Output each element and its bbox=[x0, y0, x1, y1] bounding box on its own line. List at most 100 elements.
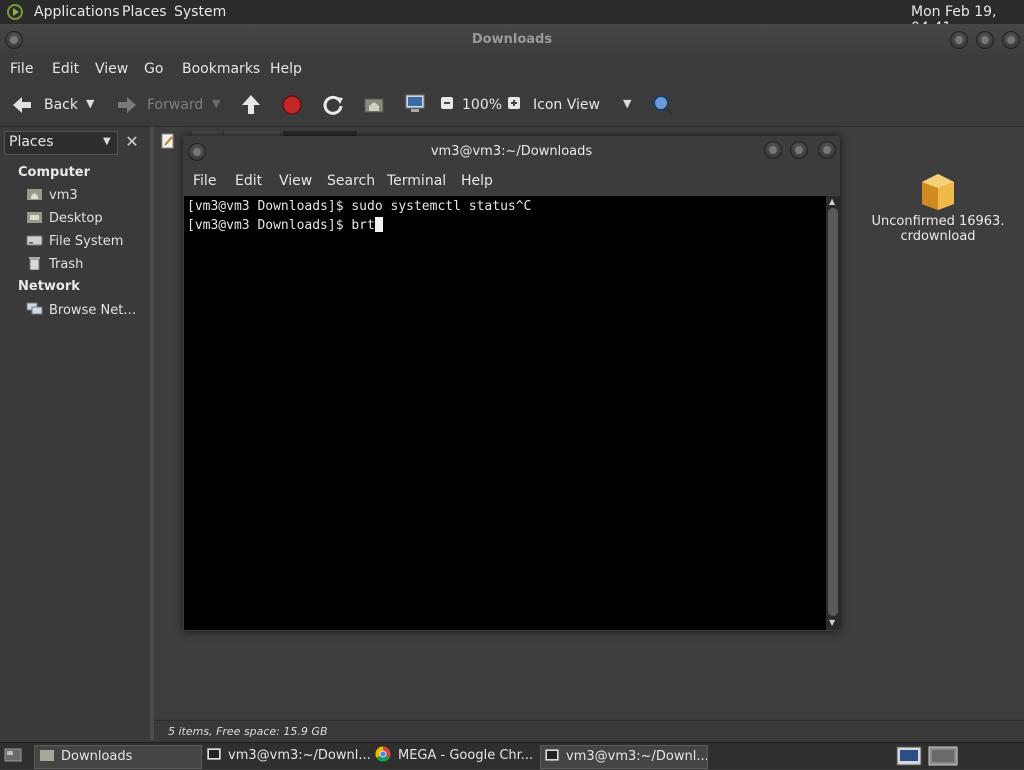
top-panel: Applications Places System Mon Feb 19, 0… bbox=[0, 0, 1024, 36]
menu-file[interactable]: File bbox=[10, 61, 33, 77]
file-name-line2: crdownload bbox=[900, 229, 976, 244]
view-mode-select[interactable]: Icon View bbox=[533, 97, 600, 113]
system-menu[interactable]: System bbox=[174, 4, 226, 20]
package-file-icon bbox=[918, 170, 958, 210]
sidebar-item-label: File System bbox=[49, 234, 124, 249]
file-item[interactable]: Unconfirmed 16963. crdownload bbox=[868, 170, 1008, 244]
back-button[interactable]: Back bbox=[44, 97, 78, 113]
terminal-screen[interactable]: [vm3@vm3 Downloads]$ sudo systemctl stat… bbox=[184, 196, 826, 630]
terminal-menubar: File Edit View Search Terminal Help bbox=[183, 168, 840, 194]
menu-go[interactable]: Go bbox=[144, 61, 163, 77]
network-icon bbox=[26, 302, 43, 316]
terminal-window[interactable]: vm3@vm3:~/Downloads File Edit View Searc… bbox=[183, 136, 840, 631]
zoom-in-icon[interactable] bbox=[507, 96, 521, 114]
menu-help[interactable]: Help bbox=[270, 61, 302, 77]
places-menu[interactable]: Places bbox=[122, 4, 167, 20]
reload-icon[interactable] bbox=[322, 94, 344, 120]
terminal-line-current[interactable]: [vm3@vm3 Downloads]$ brt bbox=[187, 217, 383, 233]
home-folder-icon[interactable] bbox=[363, 94, 385, 118]
taskbar-item-terminal-active[interactable]: vm3@vm3:~/Downl... bbox=[540, 745, 708, 769]
sidebar-header-computer: Computer bbox=[18, 165, 91, 180]
terminal-menu-terminal[interactable]: Terminal bbox=[387, 173, 446, 189]
scrollbar-thumb[interactable] bbox=[828, 208, 838, 616]
taskbar-item-label: MEGA - Google Chr... bbox=[398, 748, 534, 763]
sidebar-header-network: Network bbox=[18, 279, 80, 294]
sidebar-pane-selector[interactable]: Places ▼ bbox=[4, 131, 118, 155]
taskbar-item-label: vm3@vm3:~/Downl... bbox=[228, 748, 370, 763]
terminal-menu-file[interactable]: File bbox=[193, 173, 216, 189]
status-bar: 5 items, Free space: 15.9 GB bbox=[154, 720, 1024, 742]
minimize-button[interactable] bbox=[950, 31, 968, 49]
status-text: 5 items, Free space: 15.9 GB bbox=[168, 725, 328, 738]
terminal-menu-edit[interactable]: Edit bbox=[235, 173, 262, 189]
home-folder-icon bbox=[26, 187, 43, 201]
terminal-icon bbox=[544, 747, 560, 762]
applications-menu[interactable]: Applications bbox=[34, 4, 120, 20]
search-icon[interactable] bbox=[651, 93, 675, 121]
sidebar-item-vm3[interactable]: vm3 bbox=[26, 187, 78, 207]
view-mode-dropdown-icon[interactable]: ▼ bbox=[623, 97, 631, 110]
show-desktop-icon[interactable] bbox=[4, 747, 22, 767]
drive-icon bbox=[26, 233, 43, 247]
terminal-menu-help[interactable]: Help bbox=[461, 173, 493, 189]
trash-icon bbox=[26, 256, 43, 271]
terminal-line: [vm3@vm3 Downloads]$ sudo systemctl stat… bbox=[187, 199, 532, 214]
sidebar-close-button[interactable]: ✕ bbox=[121, 131, 143, 153]
sidebar-item-desktop[interactable]: Desktop bbox=[26, 210, 103, 230]
scroll-up-arrow-icon[interactable]: ▲ bbox=[829, 197, 835, 206]
workspace-switcher-icon[interactable] bbox=[896, 746, 922, 770]
forward-button: Forward bbox=[147, 97, 204, 113]
sidebar-item-label: Browse Net… bbox=[49, 303, 137, 318]
zoom-out-icon[interactable] bbox=[440, 96, 454, 114]
terminal-title: vm3@vm3:~/Downloads bbox=[430, 144, 593, 159]
up-arrow-icon[interactable] bbox=[240, 93, 262, 121]
maximize-button[interactable] bbox=[976, 31, 994, 49]
edit-location-icon[interactable] bbox=[160, 133, 176, 153]
window-title: Downloads bbox=[471, 32, 553, 47]
distro-logo-icon[interactable] bbox=[7, 4, 23, 20]
close-button[interactable] bbox=[1002, 31, 1020, 49]
terminal-close-button[interactable] bbox=[818, 141, 836, 159]
forward-history-dropdown-icon: ▼ bbox=[212, 97, 221, 110]
stop-icon[interactable] bbox=[281, 94, 303, 120]
taskbar-item-downloads[interactable]: Downloads bbox=[34, 745, 202, 769]
sidebar-item-trash[interactable]: Trash bbox=[26, 256, 83, 276]
terminal-maximize-button[interactable] bbox=[790, 141, 808, 159]
text-cursor bbox=[374, 217, 383, 232]
taskbar-item-chrome[interactable]: MEGA - Google Chr... bbox=[372, 745, 537, 767]
sidebar-item-label: Trash bbox=[49, 257, 84, 272]
terminal-scrollbar[interactable]: ▲ ▼ bbox=[826, 196, 840, 630]
sidebar-item-label: Desktop bbox=[49, 211, 103, 226]
menu-bookmarks[interactable]: Bookmarks bbox=[182, 61, 260, 77]
file-manager-titlebar[interactable]: Downloads bbox=[0, 24, 1024, 56]
file-manager-toolbar: Back ▼ Forward ▼ 100% Icon View ▼ bbox=[0, 84, 1024, 127]
desktop-folder-icon bbox=[26, 210, 43, 224]
terminal-minimize-button[interactable] bbox=[764, 141, 782, 159]
folder-icon bbox=[40, 747, 54, 761]
file-manager-menubar: File Edit View Go Bookmarks Help bbox=[0, 56, 1024, 83]
taskbar-item-label: Downloads bbox=[61, 749, 133, 764]
scroll-down-arrow-icon[interactable]: ▼ bbox=[829, 618, 835, 627]
taskbar-item-label: vm3@vm3:~/Downl... bbox=[566, 749, 708, 764]
sidebar-item-file-system[interactable]: File System bbox=[26, 233, 123, 253]
sidebar-item-label: vm3 bbox=[49, 188, 78, 203]
terminal-menu-view[interactable]: View bbox=[279, 173, 312, 189]
chrome-icon bbox=[375, 746, 391, 762]
chevron-down-icon: ▼ bbox=[103, 136, 111, 147]
taskbar: Downloads vm3@vm3:~/Downl... MEGA - Goog… bbox=[0, 742, 1024, 769]
back-arrow-icon[interactable] bbox=[10, 94, 34, 120]
terminal-icon bbox=[206, 746, 222, 761]
workspace-2-icon[interactable] bbox=[928, 746, 958, 770]
menu-edit[interactable]: Edit bbox=[52, 61, 79, 77]
sidebar-item-browse-network[interactable]: Browse Net… bbox=[26, 302, 136, 322]
forward-arrow-icon bbox=[115, 94, 139, 120]
back-history-dropdown-icon[interactable]: ▼ bbox=[86, 97, 94, 110]
sidebar-pane-label: Places bbox=[9, 134, 54, 150]
menu-view[interactable]: View bbox=[95, 61, 128, 77]
zoom-level[interactable]: 100% bbox=[462, 97, 502, 113]
computer-icon[interactable] bbox=[404, 93, 426, 119]
taskbar-item-terminal[interactable]: vm3@vm3:~/Downl... bbox=[203, 745, 370, 767]
file-name-line1: Unconfirmed 16963. bbox=[871, 214, 1005, 229]
terminal-input-text: [vm3@vm3 Downloads]$ brt bbox=[187, 218, 375, 233]
terminal-menu-search[interactable]: Search bbox=[327, 173, 375, 189]
